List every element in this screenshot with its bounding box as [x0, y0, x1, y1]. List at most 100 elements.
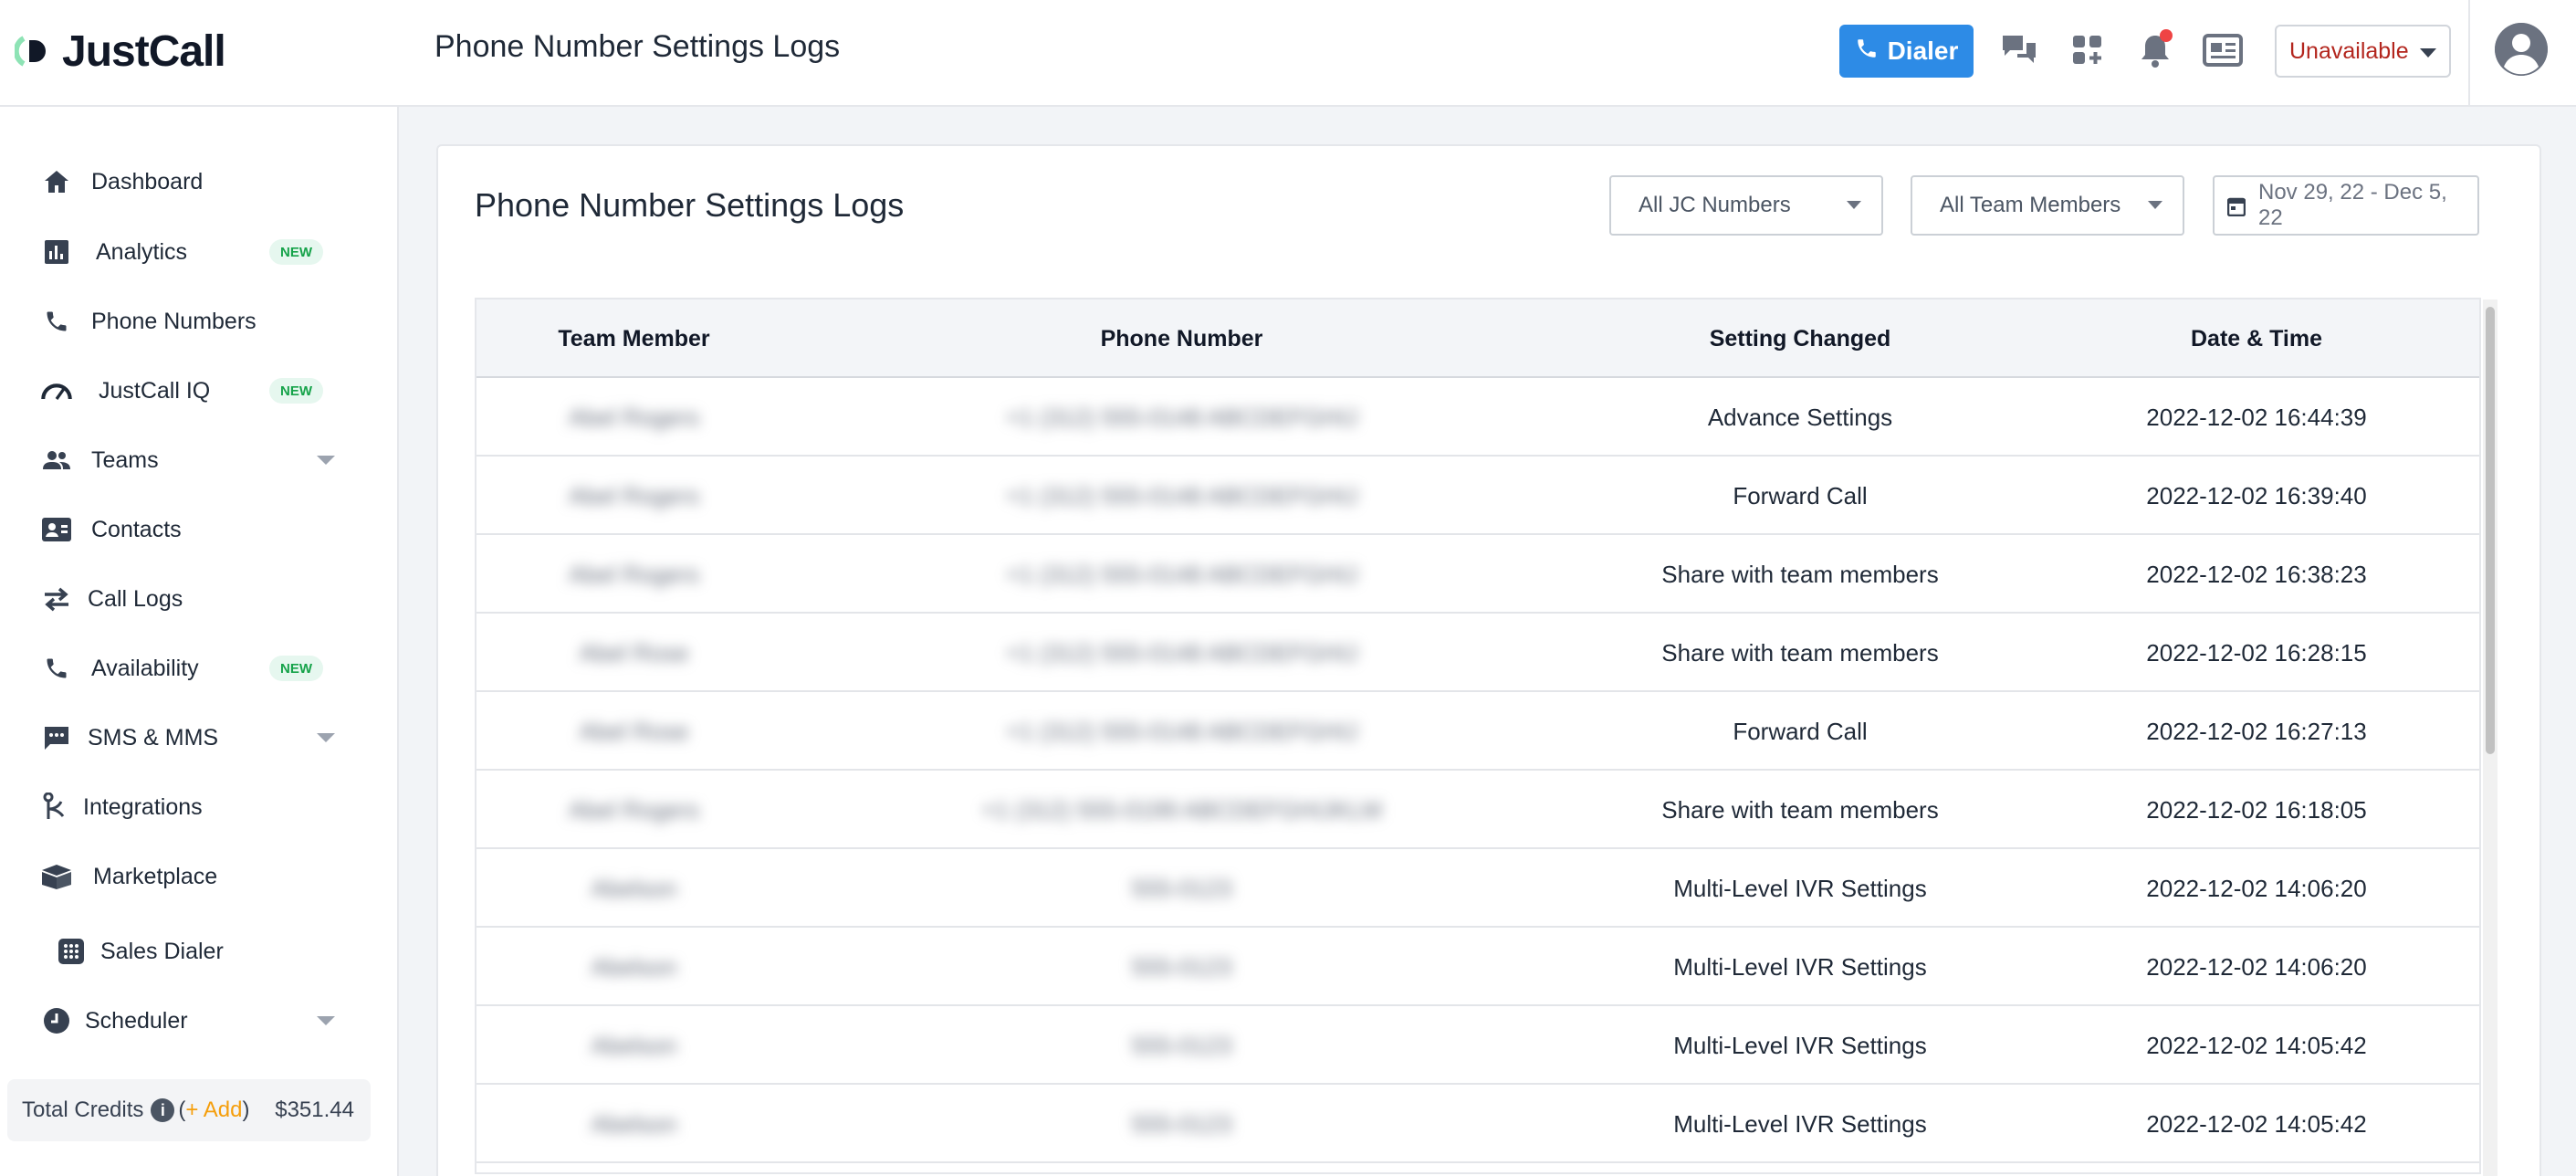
cell-setting-changed: Share with team members [1572, 614, 2028, 692]
sidebar-item-dashboard[interactable]: Dashboard [0, 154, 399, 209]
credits-amount: $351.44 [275, 1097, 354, 1122]
cell-team-member-text: Abel Rogers [568, 403, 700, 431]
sidebar-item-label: Teams [91, 446, 159, 473]
sidebar-item-marketplace[interactable]: Marketplace [0, 849, 399, 904]
apps-icon[interactable] [2065, 27, 2110, 73]
cell-phone-number-text: 555-0123 [1131, 1031, 1232, 1059]
sidebar-item-scheduler[interactable]: Scheduler [0, 993, 399, 1048]
cell-phone-number-text: +1 (312) 555-0148 ABCDEFGHIJ [1005, 638, 1358, 667]
sidebar-item-contacts[interactable]: Contacts [0, 502, 399, 557]
sidebar-item-label: Integrations [83, 793, 203, 820]
column-header-date-time[interactable]: Date & Time [2028, 299, 2479, 378]
table-row[interactable]: Abelson 555-0123 Multi-Level IVR Settings 2… [476, 1006, 2479, 1085]
dialpad-icon [55, 935, 88, 968]
cell-setting-changed-text: Share with team members [1661, 795, 1939, 824]
cell-date-time: 2022-12-02 14:06:20 [2028, 849, 2479, 928]
sidebar-item-label: Sales Dialer [100, 938, 224, 964]
table-row[interactable]: Abel Rogers +1 (312) 555-0148 ABCDEFGHIJ S… [476, 535, 2479, 614]
add-credits-link[interactable]: + Add [185, 1097, 242, 1123]
sidebar-item-label: Contacts [91, 516, 182, 542]
sidebar-item-analytics[interactable]: Analytics NEW [0, 225, 399, 279]
table-header: Team Member Phone Number Setting Changed… [476, 299, 2479, 378]
table-row[interactable]: Abelson 555-0123 Multi-Level IVR Settings 2… [476, 849, 2479, 928]
cell-date-time: 2022-12-02 16:18:05 [2028, 771, 2479, 849]
people-icon [40, 444, 73, 477]
cell-team-member-text: Abelson [591, 1109, 677, 1138]
sidebar-item-label: JustCall IQ [99, 377, 211, 404]
chevron-down-icon [317, 733, 335, 742]
cell-date-time-text: 2022-12-02 14:05:42 [2146, 1109, 2367, 1138]
sidebar-item-phone-numbers[interactable]: Phone Numbers [0, 294, 399, 349]
column-header-setting-changed[interactable]: Setting Changed [1572, 299, 2028, 378]
sidebar-item-justcall-iq[interactable]: JustCall IQ NEW [0, 363, 399, 418]
cell-phone-number-text: +1 (312) 555-0148 ABCDEFGHIJ [1005, 481, 1358, 509]
sidebar-item-teams[interactable]: Teams [0, 433, 399, 488]
jc-numbers-filter[interactable]: All JC Numbers [1609, 175, 1883, 236]
sidebar-item-sales-dialer[interactable]: Sales Dialer [0, 924, 399, 979]
filter-value: All JC Numbers [1639, 193, 1791, 217]
cell-phone-number-text: 555-0123 [1131, 1109, 1232, 1138]
availability-status-select[interactable]: Unavailable [2275, 25, 2451, 78]
table-scrollbar[interactable] [2483, 299, 2497, 1176]
integration-icon [40, 791, 73, 824]
cell-team-member-text: Abelson [591, 952, 677, 981]
cell-phone-number: +1 (312) 555-0199 ABCDEFGHIJKLM [791, 771, 1572, 849]
table-row[interactable]: Abel Rose +1 (312) 555-0148 ABCDEFGHIJ Sha… [476, 614, 2479, 692]
cell-team-member-text: Abelson [591, 1031, 677, 1059]
cell-date-time-text: 2022-12-02 14:06:20 [2146, 952, 2367, 981]
cell-date-time-text: 2022-12-02 14:05:42 [2146, 1031, 2367, 1059]
chat-icon[interactable] [1996, 27, 2042, 73]
cell-setting-changed-text: Advance Settings [1707, 403, 1893, 431]
sidebar-item-call-logs[interactable]: Call Logs [0, 572, 399, 626]
sidebar-item-sms-mms[interactable]: SMS & MMS [0, 710, 399, 765]
paren-open: ( [178, 1097, 186, 1122]
team-members-filter[interactable]: All Team Members [1911, 175, 2184, 236]
justcall-logo[interactable]: JustCall [13, 24, 226, 79]
cell-setting-changed: Multi-Level IVR Settings [1572, 1006, 2028, 1085]
cell-date-time-text: 2022-12-02 16:28:15 [2146, 638, 2367, 667]
table-row[interactable]: Abel Rogers +1 (312) 555-0148 ABCDEFGHIJ F… [476, 457, 2479, 535]
cell-date-time: 2022-12-02 16:28:15 [2028, 614, 2479, 692]
column-header-team-member[interactable]: Team Member [476, 299, 791, 378]
contact-card-icon [40, 513, 73, 546]
cell-team-member: Abelson [476, 928, 791, 1006]
cell-date-time: 2022-12-02 16:44:39 [2028, 378, 2479, 457]
dialer-label: Dialer [1887, 37, 1959, 65]
table-row[interactable]: Abel Rogers +1 (312) 555-0199 ABCDEFGHIJK… [476, 771, 2479, 849]
cell-team-member: Abel Rogers [476, 771, 791, 849]
sidebar-item-label: Dashboard [91, 168, 204, 194]
bar-chart-icon [40, 236, 73, 268]
column-header-phone-number[interactable]: Phone Number [791, 299, 1572, 378]
phone-icon [40, 652, 73, 685]
news-icon[interactable] [2200, 27, 2246, 73]
notification-dot [2160, 29, 2173, 42]
cell-setting-changed: Advance Settings [1572, 378, 2028, 457]
cell-team-member: Abel Rose [476, 692, 791, 771]
table-row[interactable]: Abelson 555-0123 Multi-Level IVR Settings 2… [476, 1085, 2479, 1163]
cell-phone-number: +1 (312) 555-0148 ABCDEFGHIJ [791, 378, 1572, 457]
sidebar-item-integrations[interactable]: Integrations [0, 780, 399, 835]
cell-setting-changed: Forward Call [1572, 457, 2028, 535]
cell-phone-number: +1 (312) 555-0148 ABCDEFGHIJ [791, 535, 1572, 614]
bell-icon[interactable] [2132, 27, 2178, 73]
credits-label: Total Credits [22, 1097, 144, 1122]
cell-setting-changed-text: Multi-Level IVR Settings [1673, 952, 1927, 981]
table-row[interactable]: Abel Rose +1 (312) 555-0148 ABCDEFGHIJ For… [476, 692, 2479, 771]
info-icon[interactable]: i [151, 1098, 175, 1122]
dialer-button[interactable]: Dialer [1839, 25, 1974, 78]
cell-phone-number: +1 (312) 555-0148 ABCDEFGHIJ [791, 614, 1572, 692]
card-title: Phone Number Settings Logs [475, 186, 905, 224]
cell-date-time: 2022-12-02 14:05:42 [2028, 1085, 2479, 1163]
table-row[interactable]: Abel Rogers +1 (312) 555-0148 ABCDEFGHIJ A… [476, 378, 2479, 457]
cell-date-time-text: 2022-12-02 16:39:40 [2146, 481, 2367, 509]
cell-team-member-text: Abel Rose [579, 717, 689, 745]
user-avatar-icon[interactable] [2495, 23, 2548, 76]
date-range-filter[interactable]: Nov 29, 22 - Dec 5, 22 [2213, 175, 2479, 236]
cell-setting-changed: Share with team members [1572, 771, 2028, 849]
sidebar-item-availability[interactable]: Availability NEW [0, 641, 399, 696]
table-row[interactable]: Abelson 555-0123 Multi-Level IVR Settings 2… [476, 928, 2479, 1006]
scrollbar-thumb[interactable] [2486, 307, 2495, 754]
sidebar-item-label: Analytics [96, 238, 188, 265]
sidebar-item-label: Call Logs [88, 585, 183, 612]
new-badge: NEW [269, 378, 323, 404]
